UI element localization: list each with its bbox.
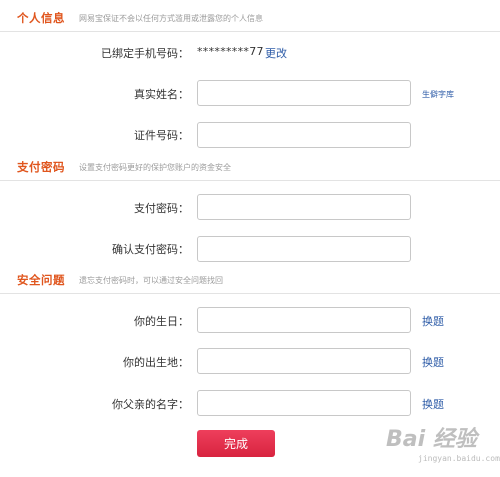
real-name-input[interactable] [197,80,411,106]
birthday-question-label: 你的生日： [134,315,189,328]
payment-password-label: 支付密码： [134,202,189,215]
birthday-answer-input[interactable] [197,307,411,333]
birthplace-answer-input[interactable] [197,348,411,374]
section-header-personal-info: 个人信息 网易宝保证不会以任何方式滥用或泄露您的个人信息 [0,8,500,32]
watermark-logo-text: Bai 经验 [386,427,477,452]
section-header-security-question: 安全问题 遗忘支付密码时，可以通过安全问题找回 [0,270,500,294]
father-name-question-label: 你父亲的名字： [112,398,189,411]
baidu-jingyan-watermark: Bai 经验 jingyan.baidu.com [378,418,500,470]
birthplace-question-label: 你的出生地： [123,356,189,369]
complete-button[interactable]: 完成 [197,430,275,457]
change-question-2-link[interactable]: 换题 [422,354,444,370]
section-desc-payment-password: 设置支付密码更好的保护您账户的资金安全 [79,163,231,172]
section-title-payment-password: 支付密码 [17,160,65,174]
section-title-personal-info: 个人信息 [17,11,65,25]
section-header-payment-password: 支付密码 设置支付密码更好的保护您账户的资金安全 [0,157,500,181]
payment-password-input[interactable] [197,194,411,220]
change-question-3-link[interactable]: 换题 [422,396,444,412]
confirm-password-label: 确认支付密码： [112,243,189,256]
rare-characters-link[interactable]: 生僻字库 [422,89,454,100]
change-phone-link[interactable]: 更改 [265,45,287,61]
section-title-security-question: 安全问题 [17,273,65,287]
confirm-password-input[interactable] [197,236,411,262]
id-number-label: 证件号码： [134,129,189,142]
father-name-answer-input[interactable] [197,390,411,416]
change-question-1-link[interactable]: 换题 [422,313,444,329]
section-desc-personal-info: 网易宝保证不会以任何方式滥用或泄露您的个人信息 [79,14,263,23]
real-name-label: 真实姓名： [134,88,189,101]
bound-phone-label: 已绑定手机号码： [101,47,189,60]
bound-phone-value: *********77 [197,45,264,58]
watermark-url: jingyan.baidu.com [418,454,500,463]
id-number-input[interactable] [197,122,411,148]
section-desc-security-question: 遗忘支付密码时，可以通过安全问题找回 [79,276,223,285]
